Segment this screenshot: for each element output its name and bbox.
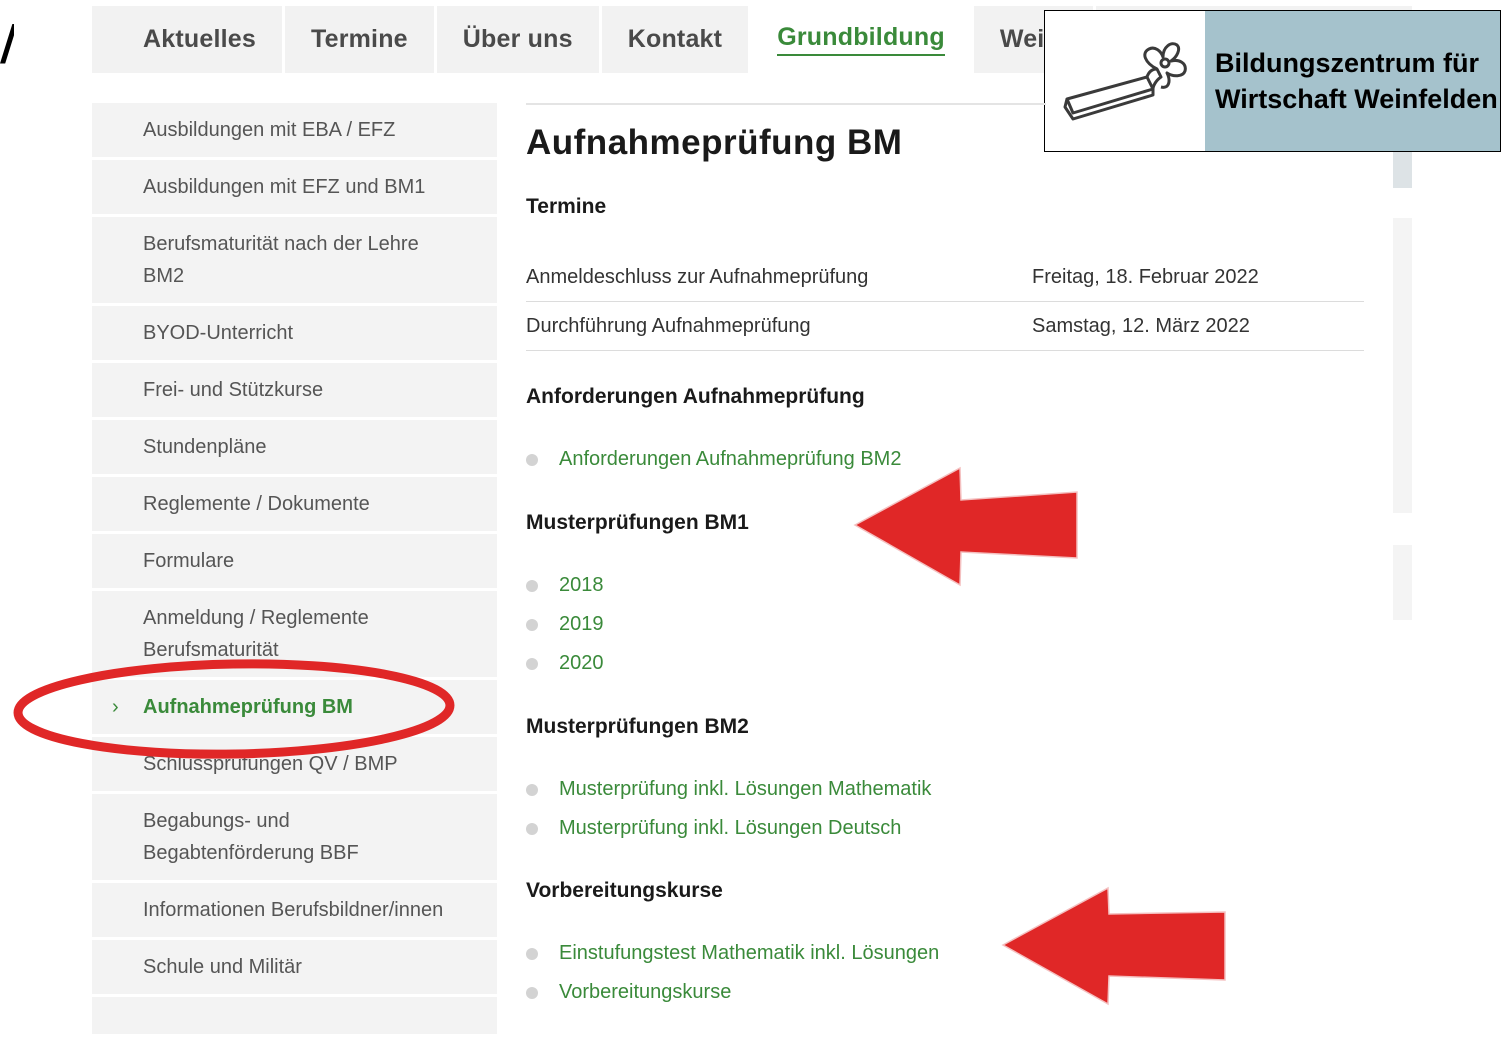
sidebar-item-label: Informationen Berufsbildner/innen <box>143 899 444 921</box>
bm2-list: Musterprüfung inkl. Lösungen Mathematik … <box>526 770 931 848</box>
main-content: Aufnahmeprüfung BM Termine Anmeldeschlus… <box>526 103 1366 1007</box>
sidebar-item-anmeldung-reglemente[interactable]: Anmeldung / Reglemente Berufsmaturität <box>92 591 497 680</box>
date-label: Durchführung Aufnahmeprüfung <box>526 301 1032 351</box>
link-label: Musterprüfung inkl. Lösungen Mathematik <box>559 778 932 800</box>
scroll-block <box>1393 150 1412 188</box>
logo-line-1: Bildungszentrum für <box>1215 48 1479 78</box>
nav-tab-label: Über uns <box>462 25 573 53</box>
side-panel-block <box>1393 545 1412 620</box>
bm1-heading: Musterprüfungen BM1 <box>526 511 749 534</box>
sidebar-item-label: Formulare <box>143 550 235 572</box>
link-label: 2020 <box>559 652 604 674</box>
bullet-icon <box>526 783 538 796</box>
nav-tab-label: Kontakt <box>627 25 723 53</box>
sidebar-item-label: Anmeldung / Reglemente Berufsmaturität <box>143 607 369 661</box>
sidebar-item-reglemente-dokumente[interactable]: Reglemente / Dokumente <box>92 477 497 534</box>
vorbereitung-list: Einstufungstest Mathematik inkl. Lösunge… <box>526 934 939 1012</box>
nav-tab-label: Grundbildung <box>777 23 945 56</box>
nav-tab-kontakt[interactable]: Kontakt <box>601 6 749 73</box>
sidebar-item-label: BYOD-Unterricht <box>143 322 294 344</box>
bullet-icon <box>526 618 538 631</box>
link-bm1-2018[interactable]: 2018 <box>526 566 604 605</box>
link-einstufungstest[interactable]: Einstufungstest Mathematik inkl. Lösunge… <box>526 934 939 973</box>
table-row: Durchführung Aufnahmeprüfung Samstag, 12… <box>526 301 1364 351</box>
link-anforderungen-bm2[interactable]: Anforderungen Aufnahmeprüfung BM2 <box>526 440 901 479</box>
sidebar-item-label: Schule und Militär <box>143 956 302 978</box>
sidebar-item-label: Stundenpläne <box>143 436 267 458</box>
anforderungen-heading: Anforderungen Aufnahmeprüfung <box>526 385 865 408</box>
bullet-icon <box>526 657 538 670</box>
link-label: Musterprüfung inkl. Lösungen Deutsch <box>559 817 902 839</box>
sidebar-item-label: Begabungs- und Begabtenförderung BBF <box>143 810 359 864</box>
nav-tab-ueber-uns[interactable]: Über uns <box>436 6 599 73</box>
sidebar-item-label: Reglemente / Dokumente <box>143 493 370 515</box>
anforderungen-list: Anforderungen Aufnahmeprüfung BM2 <box>526 440 901 479</box>
link-bm1-2020[interactable]: 2020 <box>526 644 604 683</box>
termine-heading: Termine <box>526 195 607 218</box>
bullet-icon <box>526 947 538 960</box>
sidebar-item-label: Ausbildungen mit EBA / EFZ <box>143 119 396 141</box>
sidebar-item-ausbildungen-efz-bm1[interactable]: Ausbildungen mit EFZ und BM1 <box>92 160 497 217</box>
link-label: Anforderungen Aufnahmeprüfung BM2 <box>559 448 902 470</box>
date-label: Anmeldeschluss zur Aufnahmeprüfung <box>526 253 1032 302</box>
link-label: Vorbereitungskurse <box>559 981 732 1003</box>
link-label: Einstufungstest Mathematik inkl. Lösunge… <box>559 942 940 964</box>
sidebar-item-label: Ausbildungen mit EFZ und BM1 <box>143 176 426 198</box>
date-value: Samstag, 12. März 2022 <box>1032 301 1364 351</box>
sidebar-item-byod[interactable]: BYOD-Unterricht <box>92 306 497 363</box>
date-value: Freitag, 18. Februar 2022 <box>1032 253 1364 302</box>
sidebar-item-schlusspruefungen[interactable]: Schlussprüfungen QV / BMP <box>92 737 497 794</box>
sidebar-item-aufnahmepruefung-bm[interactable]: › Aufnahmeprüfung BM <box>92 680 497 737</box>
nav-tab-aktuelles[interactable]: Aktuelles <box>92 6 282 73</box>
bullet-icon <box>526 579 538 592</box>
sidebar-item-label: Schlussprüfungen QV / BMP <box>143 753 398 775</box>
sidebar-item-stundenplaene[interactable]: Stundenpläne <box>92 420 497 477</box>
table-row: Anmeldeschluss zur Aufnahmeprüfung Freit… <box>526 253 1364 302</box>
sidebar-item-begabtenfoerderung[interactable]: Begabungs- und Begabtenförderung BBF <box>92 794 497 883</box>
sidebar-item-label: Frei- und Stützkurse <box>143 379 324 401</box>
sidebar-item-label: Aufnahmeprüfung BM <box>143 696 353 718</box>
chevron-right-icon: › <box>112 696 119 718</box>
link-label: 2019 <box>559 613 604 635</box>
sidebar-item-formulare[interactable]: Formulare <box>92 534 497 591</box>
corner-mark: / <box>0 18 14 68</box>
sidebar-item-informationen-berufsbildner[interactable]: Informationen Berufsbildner/innen <box>92 883 497 940</box>
nav-tab-grundbildung[interactable]: Grundbildung <box>751 6 971 73</box>
nav-tab-label: Termine <box>310 25 408 53</box>
bm1-list: 2018 2019 2020 <box>526 566 604 683</box>
sidebar-item-more[interactable] <box>92 997 497 1037</box>
vorbereitung-heading: Vorbereitungskurse <box>526 879 723 902</box>
link-bm2-deutsch[interactable]: Musterprüfung inkl. Lösungen Deutsch <box>526 809 931 848</box>
side-panel-block <box>1393 218 1412 513</box>
sidebar-item-frei-stuetzkurse[interactable]: Frei- und Stützkurse <box>92 363 497 420</box>
sidebar-navigation: Ausbildungen mit EBA / EFZ Ausbildungen … <box>92 103 497 1037</box>
link-vorbereitungskurse[interactable]: Vorbereitungskurse <box>526 973 939 1012</box>
page-title: Aufnahmeprüfung BM <box>526 123 903 162</box>
bullet-icon <box>526 986 538 999</box>
link-bm2-mathematik[interactable]: Musterprüfung inkl. Lösungen Mathematik <box>526 770 931 809</box>
sidebar-item-ausbildungen-eba-efz[interactable]: Ausbildungen mit EBA / EFZ <box>92 103 497 160</box>
link-bm1-2019[interactable]: 2019 <box>526 605 604 644</box>
bm2-heading: Musterprüfungen BM2 <box>526 715 749 738</box>
sidebar-item-berufsmaturitaet-bm2[interactable]: Berufsmaturität nach der Lehre BM2 <box>92 217 497 306</box>
sidebar-item-label: Berufsmaturität nach der Lehre BM2 <box>143 233 419 287</box>
divider <box>526 103 1046 105</box>
sidebar-item-schule-militaer[interactable]: Schule und Militär <box>92 940 497 997</box>
bullet-icon <box>526 453 538 466</box>
dates-table: Anmeldeschluss zur Aufnahmeprüfung Freit… <box>526 253 1364 351</box>
bullet-icon <box>526 822 538 835</box>
nav-tab-termine[interactable]: Termine <box>284 6 434 73</box>
link-label: 2018 <box>559 574 604 596</box>
nav-tab-label: Aktuelles <box>143 25 256 53</box>
